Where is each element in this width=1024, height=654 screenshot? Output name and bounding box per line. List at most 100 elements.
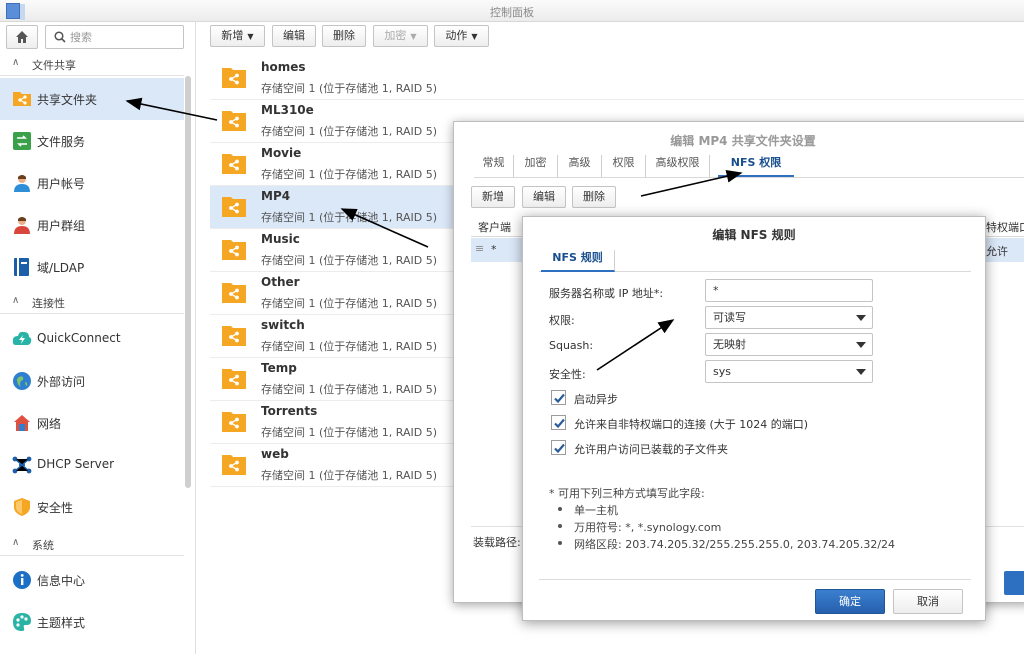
tab-general[interactable]: 常规 xyxy=(474,155,514,177)
folder-name: web xyxy=(261,447,289,461)
async-label: 启动异步 xyxy=(574,393,618,406)
checkmark-icon xyxy=(554,443,565,454)
tab-permissions[interactable]: 权限 xyxy=(602,155,646,177)
sidebar-item-dhcp[interactable]: DHCP Server xyxy=(0,444,184,486)
section-system[interactable]: ∧ 系统 xyxy=(0,532,184,556)
note-item: 万用符号: *, *.synology.com xyxy=(574,521,722,534)
info-icon xyxy=(13,571,31,589)
ok-button[interactable]: 确定 xyxy=(815,589,885,614)
folder-name: Music xyxy=(261,232,300,246)
shield-icon xyxy=(14,498,30,516)
folder-row[interactable]: homes 存储空间 1 (位于存储池 1, RAID 5) xyxy=(210,57,1024,100)
shared-folder-icon xyxy=(222,154,246,174)
subfolder-access-label: 允许用户访问已装载的子文件夹 xyxy=(574,443,728,456)
window-title: 控制面板 xyxy=(490,6,534,19)
tab-nfs-permissions[interactable]: NFS 权限 xyxy=(718,155,794,177)
sidebar-item-info-center[interactable]: 信息中心 xyxy=(0,559,184,601)
sidebar-item-theme[interactable]: 主题样式 xyxy=(0,601,184,643)
bullet xyxy=(558,507,562,511)
section-connectivity[interactable]: ∧ 连接性 xyxy=(0,290,184,314)
folder-location: 存储空间 1 (位于存储池 1, RAID 5) xyxy=(261,340,437,353)
folder-location: 存储空间 1 (位于存储池 1, RAID 5) xyxy=(261,125,437,138)
search-input[interactable] xyxy=(70,28,180,46)
nfs-edit-button[interactable]: 编辑 xyxy=(522,186,566,208)
file-services-icon xyxy=(13,132,31,150)
security-select[interactable]: sys xyxy=(705,360,873,383)
nfs-rule-dialog: 编辑 NFS 规则 NFS 规则 服务器名称或 IP 地址*: * 权限: 可读… xyxy=(522,216,986,621)
sidebar-item-quickconnect[interactable]: QuickConnect xyxy=(0,318,184,360)
folder-name: homes xyxy=(261,60,306,74)
search-box[interactable] xyxy=(45,25,184,49)
cancel-button[interactable]: 取消 xyxy=(893,589,963,614)
bullet xyxy=(558,541,562,545)
section-file-sharing[interactable]: ∧ 文件共享 xyxy=(0,52,184,76)
create-button[interactable]: 新增 ▼ xyxy=(210,25,265,47)
folder-location: 存储空间 1 (位于存储池 1, RAID 5) xyxy=(261,426,437,439)
column-privileged-port: 特权端口 xyxy=(986,221,1024,234)
domain-icon xyxy=(14,258,29,276)
divider xyxy=(539,579,971,580)
caret-down-icon: ▼ xyxy=(410,32,417,41)
dropdown-arrow-icon xyxy=(856,315,866,321)
shared-folder-icon xyxy=(222,197,246,217)
shared-folder-icon xyxy=(222,68,246,88)
sidebar-item-group[interactable]: 用户群组 xyxy=(0,204,184,246)
folder-location: 存储空间 1 (位于存储池 1, RAID 5) xyxy=(261,254,437,267)
subfolder-access-checkbox[interactable] xyxy=(551,440,566,455)
folder-location: 存储空间 1 (位于存储池 1, RAID 5) xyxy=(261,82,437,95)
folder-location: 存储空间 1 (位于存储池 1, RAID 5) xyxy=(261,211,437,224)
folder-location: 存储空间 1 (位于存储池 1, RAID 5) xyxy=(261,383,437,396)
folder-name: ML310e xyxy=(261,103,314,117)
mount-path-label: 装载路径: xyxy=(473,536,521,549)
note-heading: * 可用下列三种方式填写此字段: xyxy=(549,487,705,500)
squash-select[interactable]: 无映射 xyxy=(705,333,873,356)
action-button[interactable]: 动作 ▼ xyxy=(434,25,489,47)
shared-folder-icon xyxy=(222,326,246,346)
edit-button[interactable]: 编辑 xyxy=(272,25,316,47)
dialog-title: 编辑 NFS 规则 xyxy=(712,228,796,242)
encrypt-button[interactable]: 加密 ▼ xyxy=(373,25,428,47)
sidebar-item-file-services[interactable]: 文件服务 xyxy=(0,120,184,162)
tab-advanced[interactable]: 高级 xyxy=(558,155,602,177)
home-button[interactable] xyxy=(6,25,38,49)
note-item: 单一主机 xyxy=(574,504,618,517)
tab-encryption[interactable]: 加密 xyxy=(514,155,558,177)
folder-location: 存储空间 1 (位于存储池 1, RAID 5) xyxy=(261,297,437,310)
nfs-delete-button[interactable]: 删除 xyxy=(572,186,616,208)
user-icon xyxy=(14,175,30,192)
folder-name: switch xyxy=(261,318,305,332)
folder-location: 存储空间 1 (位于存储池 1, RAID 5) xyxy=(261,469,437,482)
share-ok-button[interactable] xyxy=(1004,571,1024,595)
folder-name: MP4 xyxy=(261,189,291,203)
folder-name: Temp xyxy=(261,361,297,375)
folder-location: 存储空间 1 (位于存储池 1, RAID 5) xyxy=(261,168,437,181)
dialog-title: 编辑 MP4 共享文件夹设置 xyxy=(670,134,816,148)
sidebar-item-user[interactable]: 用户帐号 xyxy=(0,162,184,204)
tab-nfs-rule[interactable]: NFS 规则 xyxy=(541,250,615,272)
nfs-create-button[interactable]: 新增 xyxy=(471,186,515,208)
chevron-up-icon: ∧ xyxy=(12,57,20,68)
shared-folder-icon xyxy=(222,283,246,303)
sidebar-scrollbar[interactable] xyxy=(185,76,191,488)
sidebar-item-domain-ldap[interactable]: 域/LDAP xyxy=(0,246,184,288)
sidebar-item-network[interactable]: 网络 xyxy=(0,402,184,444)
async-checkbox[interactable] xyxy=(551,390,566,405)
checkmark-icon xyxy=(554,418,565,429)
shared-folder-icon xyxy=(222,369,246,389)
note-item: 网络区段: 203.74.205.32/255.255.255.0, 203.7… xyxy=(574,538,896,551)
rule-privileged-port: 允许 xyxy=(986,245,1008,258)
delete-button[interactable]: 删除 xyxy=(322,25,366,47)
privilege-select[interactable]: 可读写 xyxy=(705,306,873,329)
share-tabs: 常规 加密 高级 权限 高级权限 NFS 权限 xyxy=(474,152,1024,178)
tab-advanced-permissions[interactable]: 高级权限 xyxy=(646,155,710,177)
sidebar-item-external-access[interactable]: 外部访问 xyxy=(0,360,184,402)
sidebar-item-shared-folder[interactable]: 共享文件夹 xyxy=(0,78,184,120)
search-icon xyxy=(54,31,66,43)
drag-handle-icon: ≡ xyxy=(475,242,485,255)
server-input[interactable]: * xyxy=(705,279,873,302)
dhcp-icon xyxy=(12,456,32,474)
sidebar-item-security[interactable]: 安全性 xyxy=(0,486,184,528)
chevron-up-icon: ∧ xyxy=(12,537,20,548)
nonprivileged-port-checkbox[interactable] xyxy=(551,415,566,430)
quickconnect-icon xyxy=(12,331,32,345)
